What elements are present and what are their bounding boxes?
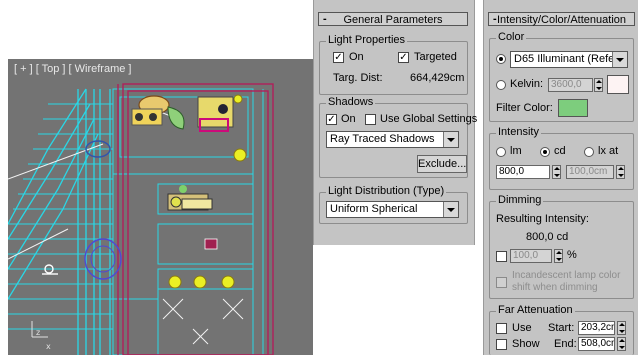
incandescent-label-line2: shift when dimming — [512, 282, 598, 293]
intensity-rollout-header[interactable]: - Intensity/Color/Attenuation — [488, 12, 635, 26]
dropdown-arrow-icon[interactable] — [443, 132, 458, 147]
incandescent-shift-checkbox[interactable] — [496, 277, 507, 288]
far-use-label: Use — [512, 322, 532, 334]
targeted-label: Targeted — [414, 51, 457, 63]
dropdown-arrow-icon[interactable] — [443, 202, 458, 217]
shadow-type-value: Ray Traced Shadows — [330, 133, 435, 145]
resulting-intensity-label: Resulting Intensity: — [496, 213, 589, 225]
rollout-title: General Parameters — [343, 14, 443, 26]
group-label: Color — [496, 31, 527, 43]
general-parameters-rollout-header[interactable]: - General Parameters — [318, 12, 468, 26]
group-label: Intensity — [496, 126, 541, 138]
dropdown-arrow-icon[interactable] — [612, 52, 627, 67]
shadow-type-dropdown[interactable]: Ray Traced Shadows — [326, 131, 459, 148]
targeted-checkbox[interactable]: ✓ — [398, 52, 409, 63]
far-end-label: End: — [554, 338, 577, 350]
kelvin-radio[interactable] — [496, 80, 506, 90]
far-show-label: Show — [512, 338, 540, 350]
resulting-intensity-value: 800,0 cd — [526, 231, 569, 243]
light-on-label: On — [349, 51, 364, 63]
filter-color-label: Filter Color: — [496, 102, 553, 114]
far-end-field[interactable]: 508,0cm — [578, 337, 615, 351]
kelvin-label: Kelvin: — [510, 78, 544, 90]
far-show-checkbox[interactable] — [496, 339, 507, 350]
light-distribution-group: Light Distribution (Type) Uniform Spheri… — [319, 185, 468, 224]
intensity-group: Intensity lm cd lx at 800,0 100,0cm — [489, 126, 634, 190]
dimming-percent-checkbox[interactable] — [496, 251, 507, 262]
light-properties-group: Light Properties ✓ On ✓ Targeted Targ. D… — [319, 34, 468, 95]
rollout-title: Intensity/Color/Attenuation — [496, 14, 627, 26]
svg-text:z: z — [36, 328, 40, 337]
wireframe-scene: z x — [8, 83, 274, 355]
viewport-label[interactable]: [ + ] [ Top ] [ Wireframe ] — [14, 63, 131, 75]
far-use-checkbox[interactable] — [496, 323, 507, 334]
lm-radio[interactable] — [496, 147, 506, 157]
far-start-label: Start: — [548, 322, 575, 334]
intensity-color-attenuation-panel: - Intensity/Color/Attenuation Color D65 … — [483, 0, 638, 355]
kelvin-color-swatch[interactable] — [607, 75, 629, 94]
far-end-spinner[interactable] — [617, 337, 626, 351]
lm-label: lm — [510, 145, 522, 157]
far-start-spinner[interactable] — [617, 321, 626, 335]
light-distribution-dropdown[interactable]: Uniform Spherical — [326, 201, 459, 218]
lx-at-label: lx at — [598, 145, 619, 157]
light-on-checkbox[interactable]: ✓ — [333, 52, 344, 63]
group-label: Shadows — [326, 96, 376, 108]
intensity-spinner[interactable] — [552, 165, 561, 179]
shadows-on-label: On — [341, 113, 356, 125]
incandescent-label-line1: Incandescent lamp color — [512, 270, 621, 281]
cd-label: cd — [554, 145, 566, 157]
dimming-percent-field[interactable]: 100,0 — [510, 249, 552, 263]
exclude-button[interactable]: Exclude... — [417, 155, 467, 173]
targ-dist-label: Targ. Dist: — [333, 72, 383, 84]
dimming-percent-spinner[interactable] — [554, 249, 563, 263]
filter-color-swatch[interactable] — [558, 99, 588, 117]
targ-dist-value: 664,429cm — [410, 72, 465, 84]
color-preset-value: D65 Illuminant (Refere — [514, 53, 625, 65]
group-label: Light Properties — [326, 34, 408, 46]
lx-distance-field[interactable]: 100,0cm — [566, 165, 614, 179]
group-label: Far Attenuation — [496, 304, 575, 316]
general-parameters-panel: - General Parameters Light Properties ✓ … — [313, 0, 477, 245]
percent-unit-label: % — [567, 249, 577, 261]
viewport-top-wireframe[interactable]: [ + ] [ Top ] [ Wireframe ] z x — [8, 59, 313, 355]
use-global-settings-label: Use Global Settings — [380, 113, 478, 125]
color-group: Color D65 Illuminant (Refere Kelvin: 360… — [489, 31, 634, 122]
lx-radio[interactable] — [584, 147, 594, 157]
preset-radio[interactable] — [496, 54, 506, 64]
lx-distance-spinner[interactable] — [616, 165, 625, 179]
intensity-value-field[interactable]: 800,0 — [496, 165, 550, 179]
light-distribution-value: Uniform Spherical — [330, 203, 418, 215]
shadows-group: Shadows ✓ On Use Global Settings Ray Tra… — [319, 96, 477, 178]
kelvin-field[interactable]: 3600,0 — [548, 78, 593, 92]
cd-radio[interactable] — [540, 147, 550, 157]
kelvin-spinner[interactable] — [594, 78, 603, 92]
far-start-field[interactable]: 203,2cm — [578, 321, 615, 335]
color-preset-dropdown[interactable]: D65 Illuminant (Refere — [510, 51, 628, 68]
use-global-settings-checkbox[interactable] — [365, 114, 376, 125]
far-attenuation-group: Far Attenuation Use Show Start: 203,2cm … — [489, 304, 634, 355]
shadows-on-checkbox[interactable]: ✓ — [326, 114, 337, 125]
group-label: Light Distribution (Type) — [326, 185, 447, 197]
svg-text:x: x — [46, 342, 51, 351]
group-label: Dimming — [496, 194, 544, 206]
dimming-group: Dimming Resulting Intensity: 800,0 cd 10… — [489, 194, 634, 299]
